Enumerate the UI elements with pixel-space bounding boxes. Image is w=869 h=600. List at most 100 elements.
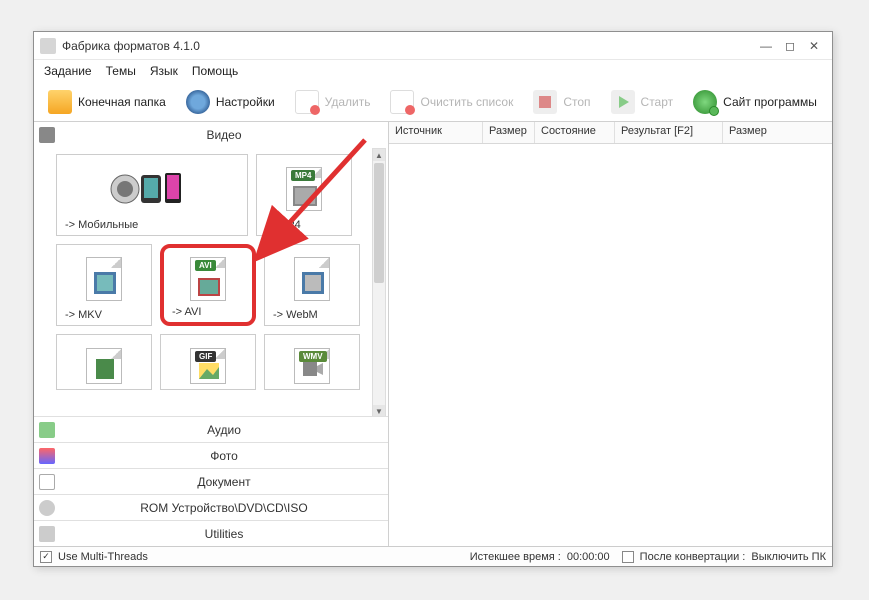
- settings-label: Настройки: [216, 95, 275, 109]
- format-3gp[interactable]: [56, 334, 152, 390]
- main-area: Видео ▲ ▼: [34, 122, 832, 546]
- category-video-header[interactable]: Видео: [34, 122, 388, 148]
- delete-button[interactable]: Удалить: [287, 86, 379, 118]
- menu-lang[interactable]: Язык: [150, 64, 178, 78]
- category-audio-label: Аудио: [60, 423, 388, 437]
- columns-header: Источник Размер Состояние Результат [F2]…: [389, 122, 832, 144]
- clear-label: Очистить список: [420, 95, 513, 109]
- col-size2[interactable]: Размер: [723, 122, 832, 143]
- photo-icon: [39, 448, 55, 464]
- image-icon: [199, 363, 219, 379]
- stop-button[interactable]: Стоп: [525, 86, 598, 118]
- dest-folder-button[interactable]: Конечная папка: [40, 86, 174, 118]
- category-video-label: Видео: [60, 128, 388, 142]
- category-utilities-label: Utilities: [60, 527, 388, 541]
- mp4-tag: MP4: [291, 170, 315, 181]
- elapsed-label: Истекшее время :: [470, 551, 561, 563]
- col-state[interactable]: Состояние: [535, 122, 615, 143]
- avi-tag: AVI: [195, 260, 216, 271]
- formats-grid: ▲ ▼: [34, 148, 388, 416]
- col-result[interactable]: Результат [F2]: [615, 122, 723, 143]
- format-mp4[interactable]: MP4 -> MP4: [256, 154, 352, 236]
- elapsed-value: 00:00:00: [567, 551, 610, 563]
- statusbar: ✓ Use Multi-Threads Истекшее время : 00:…: [34, 546, 832, 566]
- menu-task[interactable]: Задание: [44, 64, 92, 78]
- format-gif[interactable]: GIF: [160, 334, 256, 390]
- format-webm[interactable]: -> WebM: [264, 244, 360, 326]
- wmv-tag: WMV: [299, 351, 327, 362]
- settings-button[interactable]: Настройки: [178, 86, 283, 118]
- menu-themes[interactable]: Темы: [106, 64, 136, 78]
- close-button[interactable]: ✕: [802, 37, 826, 55]
- category-audio-header[interactable]: Аудио: [34, 416, 388, 442]
- menubar: Задание Темы Язык Помощь: [34, 60, 832, 82]
- scrollbar[interactable]: ▲ ▼: [372, 148, 386, 416]
- start-icon: [611, 90, 635, 114]
- file-list-panel: Источник Размер Состояние Результат [F2]…: [389, 122, 832, 546]
- app-window: Фабрика форматов 4.1.0 — ◻ ✕ Задание Тем…: [33, 31, 833, 567]
- film-icon: [94, 272, 116, 294]
- format-avi[interactable]: AVI -> AVI: [160, 244, 256, 326]
- camera-icon: [303, 362, 323, 380]
- app-icon: [40, 38, 56, 54]
- format-mp4-label: -> MP4: [257, 215, 351, 235]
- format-mobile[interactable]: -> Мобильные: [56, 154, 248, 236]
- delete-label: Удалить: [325, 95, 371, 109]
- category-panel: Видео ▲ ▼: [34, 122, 389, 546]
- format-avi-label: -> AVI: [164, 302, 252, 322]
- stop-label: Стоп: [563, 95, 590, 109]
- col-source[interactable]: Источник: [389, 122, 483, 143]
- after-convert-checkbox[interactable]: [622, 551, 634, 563]
- utilities-icon: [39, 526, 55, 542]
- title-text: Фабрика форматов 4.1.0: [62, 39, 200, 53]
- film-icon: [302, 272, 324, 294]
- after-value: Выключить ПК: [751, 551, 826, 563]
- minimize-button[interactable]: —: [754, 37, 778, 55]
- toolbar: Конечная папка Настройки Удалить Очистит…: [34, 82, 832, 122]
- delete-icon: [295, 90, 319, 114]
- category-utilities-header[interactable]: Utilities: [34, 520, 388, 546]
- category-photo-header[interactable]: Фото: [34, 442, 388, 468]
- scroll-up-icon[interactable]: ▲: [373, 149, 385, 161]
- gear-icon: [186, 90, 210, 114]
- format-mobile-label: -> Мобильные: [57, 215, 247, 235]
- category-photo-label: Фото: [60, 449, 388, 463]
- clear-list-button[interactable]: Очистить список: [382, 86, 521, 118]
- file-list-body: [389, 144, 832, 546]
- video-icon: [39, 127, 55, 143]
- disc-icon: [39, 500, 55, 516]
- clear-icon: [390, 90, 414, 114]
- document-icon: [39, 474, 55, 490]
- scroll-thumb[interactable]: [374, 163, 384, 283]
- start-button[interactable]: Старт: [603, 86, 682, 118]
- film-icon: [198, 278, 220, 296]
- scroll-down-icon[interactable]: ▼: [373, 405, 385, 416]
- category-rom-header[interactable]: ROM Устройство\DVD\CD\ISO: [34, 494, 388, 520]
- audio-icon: [39, 422, 55, 438]
- folder-icon: [48, 90, 72, 114]
- multi-threads-checkbox[interactable]: ✓: [40, 551, 52, 563]
- category-document-label: Документ: [60, 475, 388, 489]
- format-webm-label: -> WebM: [265, 305, 359, 325]
- multi-threads-label: Use Multi-Threads: [58, 551, 148, 563]
- dest-folder-label: Конечная папка: [78, 95, 166, 109]
- titlebar: Фабрика форматов 4.1.0 — ◻ ✕: [34, 32, 832, 60]
- globe-icon: [693, 90, 717, 114]
- stop-icon: [533, 90, 557, 114]
- gif-tag: GIF: [195, 351, 216, 362]
- format-wmv[interactable]: WMV: [264, 334, 360, 390]
- category-rom-label: ROM Устройство\DVD\CD\ISO: [60, 501, 388, 515]
- format-mkv[interactable]: -> MKV: [56, 244, 152, 326]
- category-document-header[interactable]: Документ: [34, 468, 388, 494]
- maximize-button[interactable]: ◻: [778, 37, 802, 55]
- site-label: Сайт программы: [723, 95, 817, 109]
- menu-help[interactable]: Помощь: [192, 64, 238, 78]
- format-mkv-label: -> MKV: [57, 305, 151, 325]
- mobile-devices-icon: [107, 169, 197, 209]
- after-label: После конвертации :: [640, 551, 746, 563]
- start-label: Старт: [641, 95, 674, 109]
- film-icon: [96, 359, 114, 379]
- film-icon: [293, 186, 317, 206]
- site-button[interactable]: Сайт программы: [685, 86, 825, 118]
- col-size[interactable]: Размер: [483, 122, 535, 143]
